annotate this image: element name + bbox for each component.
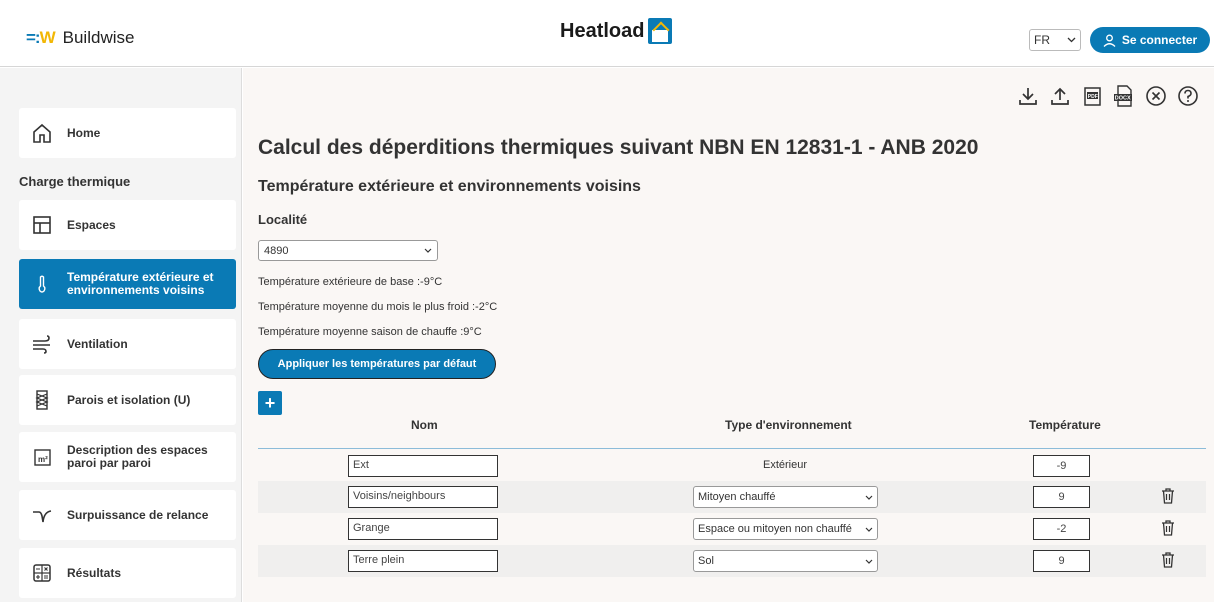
trash-icon[interactable] xyxy=(1160,487,1176,505)
name-input[interactable]: Voisins/neighbours xyxy=(348,486,498,508)
calculator-icon xyxy=(31,562,53,584)
name-input[interactable]: Grange xyxy=(348,518,498,540)
column-header-name: Nom xyxy=(411,418,438,432)
locality-label: Localité xyxy=(258,212,308,227)
heating-season-temperature-text: Température moyenne saison de chauffe :9… xyxy=(258,326,482,338)
heatload-logo-icon xyxy=(648,18,673,44)
table-row: Ext Extérieur -9 xyxy=(258,449,1206,481)
sidebar-item-description[interactable]: m² Description des espaces paroi par par… xyxy=(19,432,236,482)
help-icon[interactable] xyxy=(1176,84,1200,108)
sidebar-item-label: Home xyxy=(67,125,101,140)
insulation-icon xyxy=(31,389,53,411)
sidebar-section-title: Charge thermique xyxy=(19,174,131,189)
apply-default-temperatures-button[interactable]: Appliquer les températures par défaut xyxy=(258,349,496,379)
layout-icon xyxy=(31,214,53,236)
buildwise-logo-mark: =:W xyxy=(26,28,56,47)
home-icon xyxy=(31,122,53,144)
pdf-icon[interactable]: PDF xyxy=(1080,84,1104,108)
name-input[interactable]: Ext xyxy=(348,455,498,477)
environment-type-text: Extérieur xyxy=(763,459,808,471)
chevron-down-icon xyxy=(1067,37,1076,43)
sidebar-item-resultats[interactable]: Résultats xyxy=(19,548,236,598)
buildwise-logo[interactable]: =:W Buildwise xyxy=(26,28,134,48)
close-circle-icon[interactable] xyxy=(1144,84,1168,108)
sidebar-item-label: Résultats xyxy=(67,565,122,580)
login-label: Se connecter xyxy=(1121,33,1198,47)
svg-text:PDF: PDF xyxy=(1088,94,1098,100)
curve-icon xyxy=(31,504,53,526)
temperature-input[interactable]: 9 xyxy=(1033,550,1090,572)
docx-icon[interactable]: DOCX xyxy=(1112,84,1136,108)
main-content: PDF DOCX Calcul des déperditions thermiq… xyxy=(243,68,1214,602)
heatload-brand: Heatload xyxy=(560,18,673,44)
table-row: Grange Espace ou mitoyen non chauffé -2 xyxy=(258,513,1206,545)
chevron-down-icon xyxy=(865,559,873,564)
page-title: Calcul des déperditions thermiques suiva… xyxy=(258,136,979,159)
environment-type-select[interactable]: Sol xyxy=(693,550,878,572)
base-temperature-text: Température extérieure de base :-9°C xyxy=(258,276,443,288)
environment-type-value: Sol xyxy=(698,555,714,567)
sidebar-item-label: Température extérieure et environnements… xyxy=(67,270,214,297)
temperature-input[interactable]: -9 xyxy=(1033,455,1090,477)
trash-icon[interactable] xyxy=(1160,519,1176,537)
sidebar-item-parois[interactable]: Parois et isolation (U) xyxy=(19,375,236,425)
chevron-down-icon xyxy=(865,495,873,500)
svg-text:DOCX: DOCX xyxy=(1115,96,1131,102)
column-header-temperature: Température xyxy=(1029,418,1101,432)
coldest-month-temperature-text: Température moyenne du mois le plus froi… xyxy=(258,301,498,313)
user-icon xyxy=(1103,34,1116,47)
section-title: Température extérieure et environnements… xyxy=(258,178,641,195)
sidebar-item-temperature[interactable]: Température extérieure et environnements… xyxy=(19,259,236,309)
sidebar-item-label: Ventilation xyxy=(67,336,128,351)
app-header: =:W Buildwise Heatload FR Se connecter xyxy=(0,0,1214,67)
sidebar-item-label: Parois et isolation (U) xyxy=(67,392,191,407)
add-row-button[interactable]: + xyxy=(258,391,282,415)
sidebar-item-label: Espaces xyxy=(67,217,116,232)
environment-type-value: Mitoyen chauffé xyxy=(698,491,776,503)
name-input[interactable]: Terre plein xyxy=(348,550,498,572)
sidebar-item-surpuissance[interactable]: Surpuissance de relance xyxy=(19,490,236,540)
wind-icon xyxy=(31,333,53,355)
table-row: Terre plein Sol 9 xyxy=(258,545,1206,577)
toolbar: PDF DOCX xyxy=(1016,84,1200,108)
environment-type-select[interactable]: Mitoyen chauffé xyxy=(693,486,878,508)
trash-icon[interactable] xyxy=(1160,551,1176,569)
chevron-down-icon xyxy=(424,248,432,253)
sidebar: Home Charge thermique Espaces Températur… xyxy=(0,68,242,602)
sidebar-item-label: Description des espaces paroi par paroi xyxy=(67,443,208,470)
environment-type-select[interactable]: Espace ou mitoyen non chauffé xyxy=(693,518,878,540)
sidebar-item-ventilation[interactable]: Ventilation xyxy=(19,319,236,369)
svg-text:m²: m² xyxy=(38,455,48,464)
download-icon[interactable] xyxy=(1016,84,1040,108)
chevron-down-icon xyxy=(865,527,873,532)
temperature-input[interactable]: 9 xyxy=(1033,486,1090,508)
locality-value: 4890 xyxy=(264,244,289,257)
area-icon: m² xyxy=(31,446,53,468)
temperature-input[interactable]: -2 xyxy=(1033,518,1090,540)
buildwise-logo-text: Buildwise xyxy=(62,28,135,47)
column-header-type: Type d'environnement xyxy=(725,418,852,432)
thermometer-icon xyxy=(31,273,53,295)
brand-title: Heatload xyxy=(560,19,645,42)
table-row: Voisins/neighbours Mitoyen chauffé 9 xyxy=(258,481,1206,513)
language-select[interactable]: FR xyxy=(1029,29,1081,51)
upload-icon[interactable] xyxy=(1048,84,1072,108)
environment-type-value: Espace ou mitoyen non chauffé xyxy=(698,523,852,535)
language-value: FR xyxy=(1034,33,1050,47)
locality-select[interactable]: 4890 xyxy=(258,240,438,261)
sidebar-item-home[interactable]: Home xyxy=(19,108,236,158)
sidebar-item-espaces[interactable]: Espaces xyxy=(19,200,236,250)
login-button[interactable]: Se connecter xyxy=(1090,27,1210,53)
sidebar-item-label: Surpuissance de relance xyxy=(67,507,209,522)
